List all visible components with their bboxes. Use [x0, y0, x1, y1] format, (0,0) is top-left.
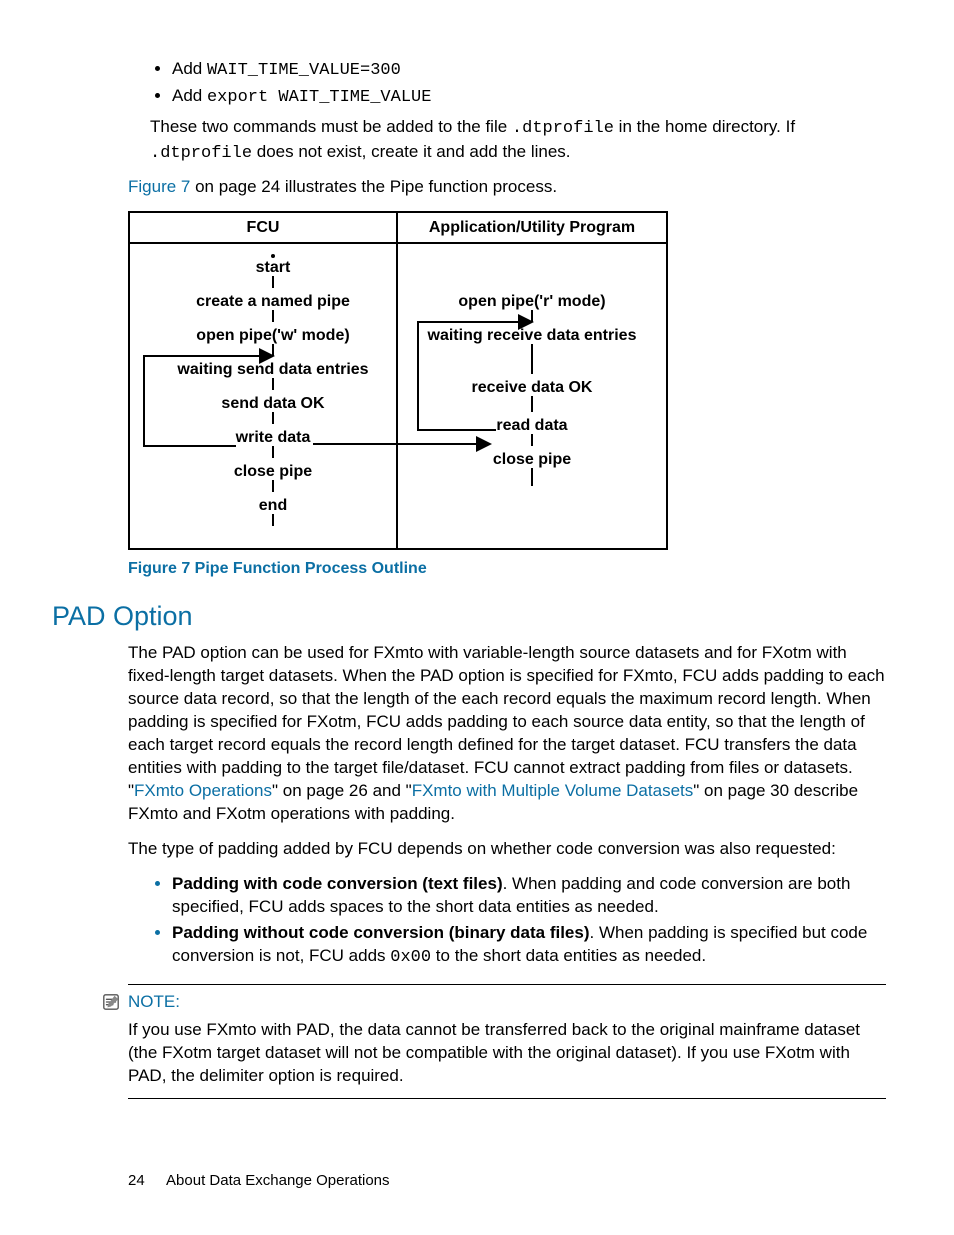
bullet-bold: Padding without code conversion (binary …	[172, 923, 590, 942]
flow-step: read data	[496, 417, 567, 434]
note-rule-bottom	[128, 1098, 886, 1099]
add-prefix: Add	[172, 59, 207, 78]
flow-step: create a named pipe	[196, 293, 350, 310]
pad-para-1: The PAD option can be used for FXmto wit…	[128, 642, 886, 826]
flow-step: waiting send data entries	[176, 361, 368, 378]
figure-caption: Figure 7 Pipe Function Process Outline	[128, 558, 886, 580]
pipe-diagram: FCU Application/Utility Program	[128, 211, 668, 551]
padding-list: Padding with code conversion (text files…	[172, 873, 886, 970]
code: 0x00	[390, 948, 431, 967]
note-rule-top	[128, 984, 886, 985]
diagram-left-cell: start create a named pipe open pipe('w' …	[129, 243, 397, 549]
command-list: Add WAIT_TIME_VALUE=300 Add export WAIT_…	[172, 58, 886, 110]
pad-option-heading: PAD Option	[52, 598, 886, 634]
figure-link[interactable]: Figure 7	[128, 177, 190, 196]
flow-step: end	[259, 497, 287, 514]
note-header: NOTE:	[102, 991, 886, 1014]
text: on page 24 illustrates the Pipe function…	[190, 177, 557, 196]
diagram-header-app: Application/Utility Program	[397, 212, 667, 244]
command-note: These two commands must be added to the …	[150, 116, 886, 166]
flow-step: open pipe('r' mode)	[458, 293, 605, 310]
text: " on page 26 and "	[272, 781, 412, 800]
bullet-text: to the short data entities as needed.	[431, 946, 706, 965]
fxmto-operations-link[interactable]: FXmto Operations	[134, 781, 272, 800]
command-code: export WAIT_TIME_VALUE	[207, 88, 431, 107]
figure-reference: Figure 7 on page 24 illustrates the Pipe…	[128, 176, 886, 199]
command-item: Add export WAIT_TIME_VALUE	[172, 85, 886, 110]
note-label: NOTE:	[128, 991, 180, 1014]
app-flow-svg: open pipe('r' mode) waiting receive data…	[398, 250, 666, 540]
flow-step: close pipe	[234, 463, 312, 480]
add-prefix: Add	[172, 86, 207, 105]
flow-step: send data OK	[221, 395, 325, 412]
flow-step: start	[256, 259, 291, 276]
flow-step: close pipe	[493, 451, 571, 468]
diagram-header-fcu: FCU	[129, 212, 397, 244]
text: The PAD option can be used for FXmto wit…	[128, 643, 885, 800]
page: Add WAIT_TIME_VALUE=300 Add export WAIT_…	[0, 0, 954, 1235]
command-item: Add WAIT_TIME_VALUE=300	[172, 58, 886, 83]
command-code: WAIT_TIME_VALUE=300	[207, 61, 401, 80]
code: .dtprofile	[512, 119, 614, 138]
diagram-right-cell: open pipe('r' mode) waiting receive data…	[397, 243, 667, 549]
note-icon	[102, 993, 120, 1011]
note-body: If you use FXmto with PAD, the data cann…	[128, 1019, 886, 1088]
pad-para-2: The type of padding added by FCU depends…	[128, 838, 886, 861]
footer-title: About Data Exchange Operations	[166, 1172, 389, 1189]
text: does not exist, create it and add the li…	[252, 142, 570, 161]
flow-step: write data	[235, 429, 311, 446]
bullet-bold: Padding with code conversion (text files…	[172, 874, 503, 893]
padding-item: Padding without code conversion (binary …	[172, 922, 886, 970]
fcu-flow-svg: start create a named pipe open pipe('w' …	[130, 250, 396, 540]
code: .dtprofile	[150, 144, 252, 163]
padding-item: Padding with code conversion (text files…	[172, 873, 886, 919]
page-number: 24	[128, 1172, 145, 1189]
text: These two commands must be added to the …	[150, 117, 512, 136]
fxmto-multi-vol-link[interactable]: FXmto with Multiple Volume Datasets	[412, 781, 694, 800]
flow-step: open pipe('w' mode)	[196, 327, 349, 344]
page-footer: 24 About Data Exchange Operations	[128, 1171, 390, 1191]
text: in the home directory. If	[614, 117, 795, 136]
flow-step: receive data OK	[472, 379, 593, 396]
flow-step: waiting receive data entries	[427, 327, 637, 344]
